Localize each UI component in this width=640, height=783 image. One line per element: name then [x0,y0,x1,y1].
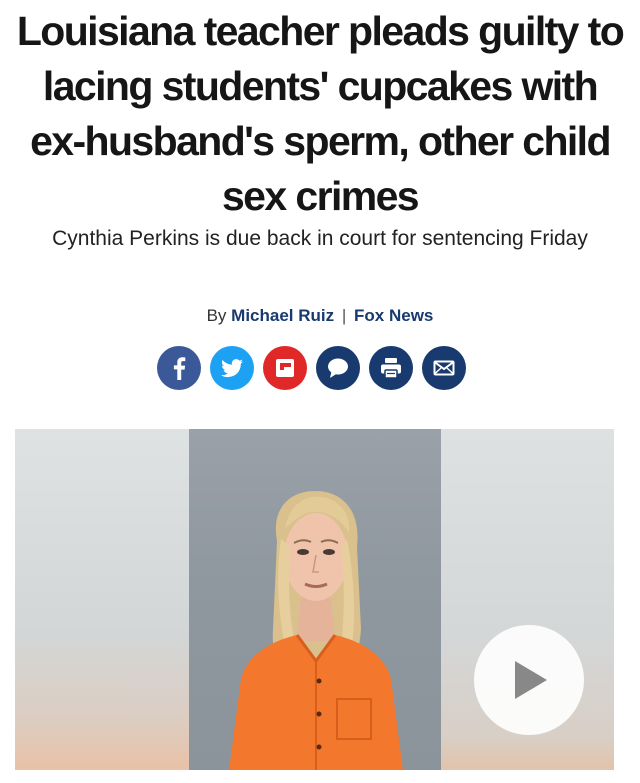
outlet-link[interactable]: Fox News [354,306,433,325]
author-link[interactable]: Michael Ruiz [231,306,334,325]
share-facebook-button[interactable] [157,346,201,390]
facebook-icon [173,357,186,380]
share-bar [157,346,466,390]
video-player[interactable] [15,429,614,770]
byline: By Michael Ruiz | Fox News [0,304,640,328]
comment-icon [328,358,348,378]
play-icon [515,661,547,699]
email-icon [433,360,455,376]
share-comment-button[interactable] [316,346,360,390]
print-icon [381,358,401,379]
byline-prefix: By [206,306,227,325]
share-email-button[interactable] [422,346,466,390]
article-headline: Louisiana teacher pleads guilty to lacin… [16,8,625,219]
article-subheadline: Cynthia Perkins is due back in court for… [52,227,588,250]
share-print-button[interactable] [369,346,413,390]
twitter-icon [221,359,243,378]
play-button[interactable] [474,625,584,735]
flipboard-icon [276,359,294,377]
byline-separator: | [341,306,347,325]
mugshot-image [229,491,403,770]
share-flipboard-button[interactable] [263,346,307,390]
share-twitter-button[interactable] [210,346,254,390]
mugshot-photo [189,429,441,770]
video-backdrop-left [15,429,189,770]
